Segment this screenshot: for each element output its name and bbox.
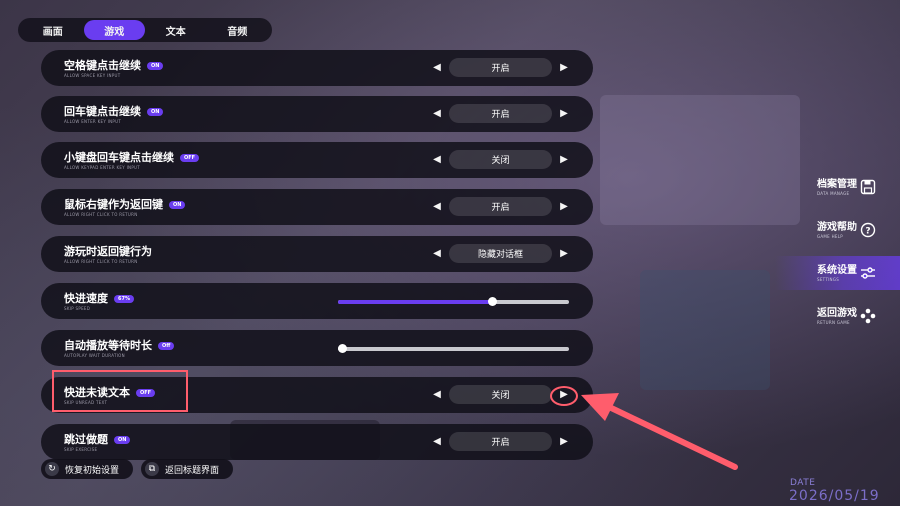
setting-subtitle: ALLOW KEYPAD ENTER KEY INPUT xyxy=(64,165,141,170)
refresh-icon: ↻ xyxy=(45,462,59,476)
copy-icon: ⧉ xyxy=(145,462,159,476)
prev-option-button[interactable]: ◀ xyxy=(431,389,443,401)
help-icon: ? xyxy=(860,222,876,238)
next-option-button[interactable]: ▶ xyxy=(558,201,570,213)
svg-text:?: ? xyxy=(865,227,870,237)
prev-option-button[interactable]: ◀ xyxy=(431,201,443,213)
setting-title: 小键盘回车键点击继续 OFF xyxy=(64,149,200,165)
next-option-button[interactable]: ▶ xyxy=(558,248,570,260)
setting-title: 空格键点击继续 ON xyxy=(64,57,164,73)
menu-item-game-help[interactable]: 游戏帮助 GAME HELP ? xyxy=(775,213,900,247)
highlight-circle xyxy=(550,386,578,406)
return-title-label: 返回标题界面 xyxy=(165,465,220,476)
prev-option-button[interactable]: ◀ xyxy=(431,154,443,166)
autoplay-wait-slider[interactable] xyxy=(338,344,569,353)
option-value: 开启 xyxy=(449,197,552,216)
option-value: 开启 xyxy=(449,432,552,451)
menu-item-return-game[interactable]: 返回游戏 RETURN GAME xyxy=(775,299,900,333)
next-option-button[interactable]: ▶ xyxy=(558,62,570,74)
return-title-button[interactable]: ⧉ 返回标题界面 xyxy=(141,459,233,479)
option-value: 隐藏对话框 xyxy=(449,244,552,263)
prev-option-button[interactable]: ◀ xyxy=(431,248,443,260)
setting-row-autoplay-wait: 自动播放等待时长 Off AUTOPLAY WAIT DURATION xyxy=(41,330,593,366)
tab-text[interactable]: 文本 xyxy=(145,20,207,40)
status-badge: ON xyxy=(147,62,164,70)
tab-game[interactable]: 游戏 xyxy=(83,20,145,40)
status-badge: OFF xyxy=(180,154,200,162)
menu-label: 返回游戏 xyxy=(817,308,857,319)
status-badge: ON xyxy=(114,436,131,444)
menu-label: 系统设置 xyxy=(817,265,857,276)
skip-speed-slider[interactable] xyxy=(338,297,569,306)
menu-label: 游戏帮助 xyxy=(817,222,857,233)
setting-row-space-key: 空格键点击继续 ON ALLOW SPACE KEY INPUT ◀ 开启 ▶ xyxy=(41,50,593,86)
slider-fill xyxy=(338,300,493,304)
setting-title: 游玩时返回键行为 xyxy=(64,245,152,258)
background-blur xyxy=(600,95,800,225)
tab-display[interactable]: 画面 xyxy=(22,20,84,40)
setting-title: 跳过做题 ON xyxy=(64,431,131,447)
menu-sublabel: RETURN GAME xyxy=(817,320,850,325)
date-label: DATE xyxy=(790,478,816,488)
prev-option-button[interactable]: ◀ xyxy=(431,62,443,74)
menu-sublabel: GAME HELP xyxy=(817,234,843,239)
menu-label: 档案管理 xyxy=(817,179,857,190)
menu-sublabel: SETTINGS xyxy=(817,277,840,282)
menu-item-settings[interactable]: 系统设置 SETTINGS xyxy=(775,256,900,290)
slider-handle[interactable] xyxy=(488,297,498,306)
gamepad-icon xyxy=(860,308,876,324)
annotation-arrow xyxy=(581,393,738,470)
background-blur xyxy=(640,270,770,390)
option-value: 关闭 xyxy=(449,385,552,404)
tab-audio[interactable]: 音频 xyxy=(207,20,269,40)
status-badge: ON xyxy=(147,108,164,116)
setting-subtitle: SKIP SPEED xyxy=(64,306,91,311)
setting-subtitle: SKIP EXERCISE xyxy=(64,447,98,452)
reset-label: 恢复初始设置 xyxy=(65,465,120,476)
setting-subtitle: ALLOW RIGHT CLICK TO RETURN xyxy=(64,259,138,264)
highlight-box xyxy=(52,370,188,412)
status-badge: ON xyxy=(169,201,186,209)
menu-item-data-manage[interactable]: 档案管理 DATA MANAGE xyxy=(775,170,900,204)
option-value: 关闭 xyxy=(449,150,552,169)
setting-title: 快进速度 67% xyxy=(64,290,134,306)
prev-option-button[interactable]: ◀ xyxy=(431,108,443,120)
setting-row-keypad-enter: 小键盘回车键点击继续 OFF ALLOW KEYPAD ENTER KEY INP… xyxy=(41,142,593,178)
prev-option-button[interactable]: ◀ xyxy=(431,436,443,448)
settings-tabs: 画面 游戏 文本 音频 xyxy=(18,18,272,42)
next-option-button[interactable]: ▶ xyxy=(558,436,570,448)
setting-title: 回车键点击继续 ON xyxy=(64,103,164,119)
slider-handle[interactable] xyxy=(338,344,348,353)
sliders-icon xyxy=(861,267,875,279)
reset-defaults-button[interactable]: ↻ 恢复初始设置 xyxy=(41,459,133,479)
setting-subtitle: ALLOW RIGHT CLICK TO RETURN xyxy=(64,212,138,217)
option-value: 开启 xyxy=(449,104,552,123)
setting-subtitle: AUTOPLAY WAIT DURATION xyxy=(64,353,125,358)
menu-sublabel: DATA MANAGE xyxy=(817,191,850,196)
setting-subtitle: ALLOW ENTER KEY INPUT xyxy=(64,119,122,124)
setting-row-right-click: 鼠标右键作为返回键 ON ALLOW RIGHT CLICK TO RETURN … xyxy=(41,189,593,225)
setting-subtitle: ALLOW SPACE KEY INPUT xyxy=(64,73,121,78)
setting-row-return-behavior: 游玩时返回键行为 ALLOW RIGHT CLICK TO RETURN ◀ 隐… xyxy=(41,236,593,272)
next-option-button[interactable]: ▶ xyxy=(558,108,570,120)
status-badge: Off xyxy=(158,342,175,350)
save-icon xyxy=(860,179,876,195)
setting-row-skip-speed: 快进速度 67% SKIP SPEED xyxy=(41,283,593,319)
option-value: 开启 xyxy=(449,58,552,77)
setting-row-enter-key: 回车键点击继续 ON ALLOW ENTER KEY INPUT ◀ 开启 ▶ xyxy=(41,96,593,132)
setting-title: 鼠标右键作为返回键 ON xyxy=(64,196,186,212)
date-value: 2026/05/19 xyxy=(789,488,880,504)
setting-title: 自动播放等待时长 Off xyxy=(64,337,175,353)
setting-row-skip-exercise: 跳过做题 ON SKIP EXERCISE ◀ 开启 ▶ xyxy=(41,424,593,460)
next-option-button[interactable]: ▶ xyxy=(558,154,570,166)
status-badge: 67% xyxy=(114,295,134,303)
